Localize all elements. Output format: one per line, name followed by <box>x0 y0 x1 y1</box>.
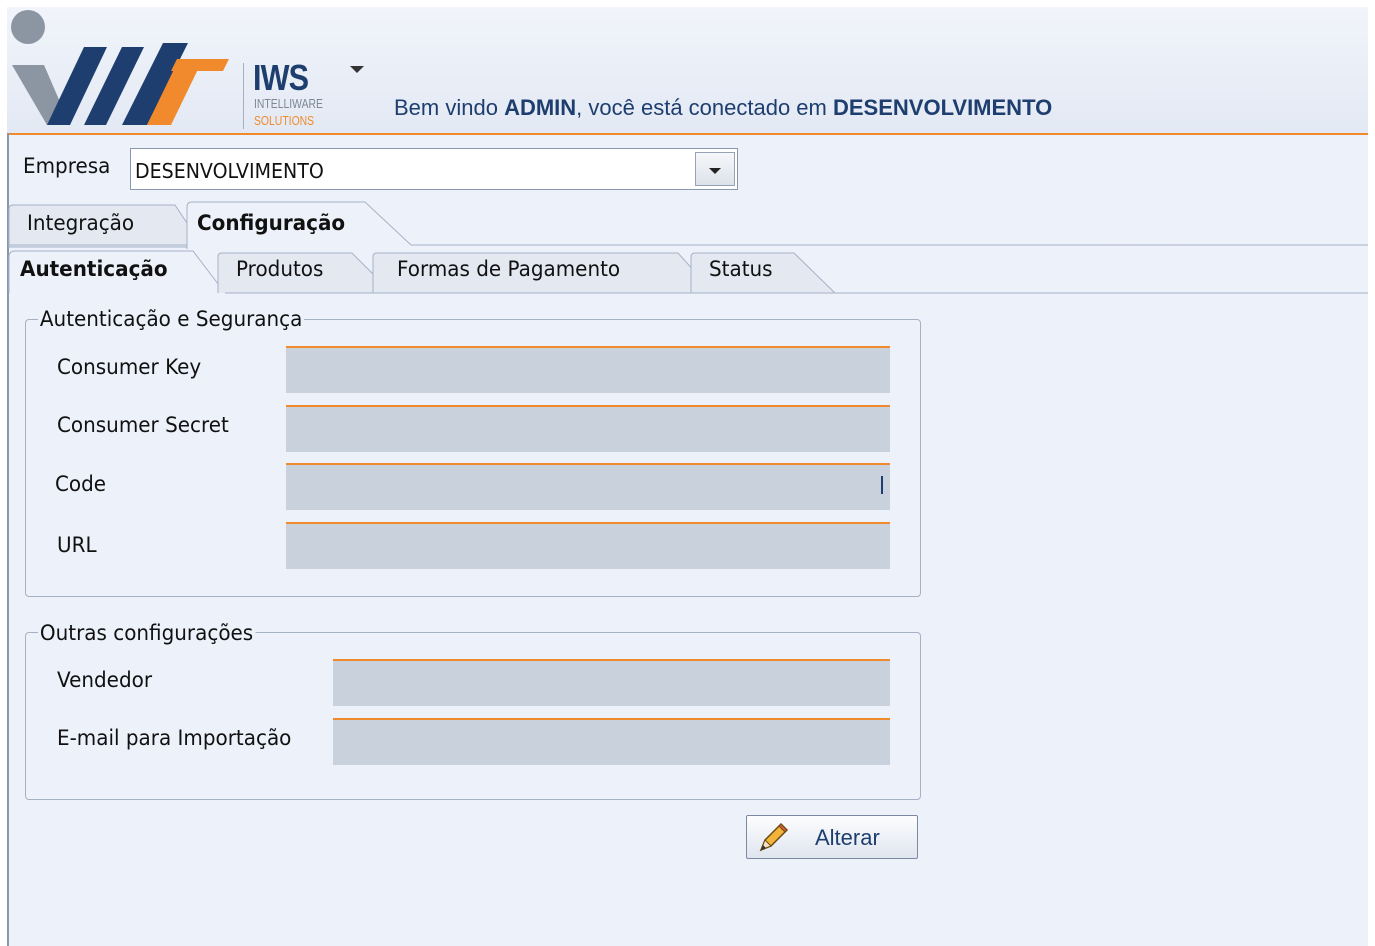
alterar-button-label: Alterar <box>815 825 880 850</box>
iws-logo-icon <box>11 10 229 125</box>
subtab-status[interactable]: Status <box>709 257 773 281</box>
welcome-middle: , você está conectado em <box>576 95 833 120</box>
brand-divider <box>243 63 244 129</box>
url-input[interactable] <box>286 522 890 569</box>
vendedor-label: Vendedor <box>57 668 153 692</box>
consumer-key-label: Consumer Key <box>57 355 202 379</box>
email-importacao-input[interactable] <box>333 718 890 765</box>
tab-integracao[interactable]: Integração <box>27 211 134 235</box>
subtab-formas-pagamento[interactable]: Formas de Pagamento <box>397 257 620 281</box>
empresa-select[interactable]: DESENVOLVIMENTO <box>130 148 738 190</box>
app-window: IWS INTELLIWARE SOLUTIONS Bem vindo ADMI… <box>7 7 1368 946</box>
brand-tagline-1: INTELLIWARE <box>254 96 323 111</box>
email-importacao-label: E-mail para Importação <box>57 726 292 750</box>
other-settings-group <box>25 632 921 800</box>
code-label: Code <box>55 472 107 496</box>
url-label: URL <box>57 533 97 557</box>
brand-tagline-2: SOLUTIONS <box>254 113 315 128</box>
pencil-icon <box>759 822 789 852</box>
header-bar: IWS INTELLIWARE SOLUTIONS Bem vindo ADMI… <box>7 7 1368 135</box>
chevron-down-icon <box>709 168 721 174</box>
tab-configuracao-shape <box>186 201 1368 249</box>
consumer-secret-input[interactable] <box>286 405 890 452</box>
welcome-prefix: Bem vindo <box>394 95 505 120</box>
subtab-autenticacao[interactable]: Autenticação <box>20 257 168 281</box>
caret-down-icon[interactable] <box>350 66 364 73</box>
empresa-select-value: DESENVOLVIMENTO <box>135 159 324 183</box>
welcome-message: Bem vindo ADMIN, você está conectado em … <box>394 95 1052 121</box>
subtab-produtos[interactable]: Produtos <box>236 257 323 281</box>
auth-group-title: Autenticação e Segurança <box>38 307 305 331</box>
dropdown-button[interactable] <box>695 152 735 186</box>
text-cursor <box>881 476 883 494</box>
consumer-key-input[interactable] <box>286 346 890 393</box>
empresa-label: Empresa <box>23 154 111 178</box>
code-input[interactable] <box>286 463 890 510</box>
brand-name: IWS <box>253 57 309 98</box>
vendedor-input[interactable] <box>333 659 890 706</box>
alterar-button[interactable]: Alterar <box>746 815 918 859</box>
welcome-company: DESENVOLVIMENTO <box>833 95 1053 120</box>
tab-configuracao[interactable]: Configuração <box>197 211 345 235</box>
welcome-user: ADMIN <box>504 95 577 120</box>
consumer-secret-label: Consumer Secret <box>57 413 229 437</box>
other-group-title: Outras configurações <box>38 621 256 645</box>
